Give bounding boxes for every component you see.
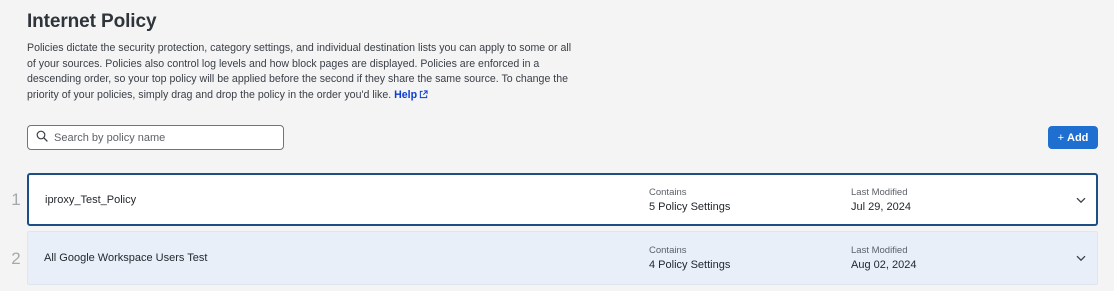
last-modified-label: Last Modified bbox=[851, 186, 908, 198]
last-modified-value: Aug 02, 2024 bbox=[851, 259, 917, 271]
policy-name: All Google Workspace Users Test bbox=[44, 252, 208, 264]
page-title: Internet Policy bbox=[27, 11, 157, 32]
contains-column: Contains 4 Policy Settings bbox=[649, 245, 730, 271]
row-index: 1 bbox=[11, 190, 21, 209]
last-modified-column: Last Modified Jul 29, 2024 bbox=[851, 187, 911, 213]
policy-name: iproxy_Test_Policy bbox=[45, 193, 137, 206]
last-modified-label: Last Modified bbox=[851, 245, 908, 256]
add-policy-button[interactable]: + Add bbox=[1048, 126, 1098, 149]
help-link-label: Help bbox=[394, 88, 418, 101]
external-link-icon bbox=[419, 89, 428, 105]
contains-value: 5 Policy Settings bbox=[649, 200, 731, 213]
search-box[interactable] bbox=[27, 125, 284, 150]
policy-row[interactable]: All Google Workspace Users Test Contains… bbox=[27, 231, 1098, 285]
contains-label: Contains bbox=[649, 245, 687, 256]
contains-column: Contains 5 Policy Settings bbox=[649, 187, 730, 213]
chevron-down-icon[interactable] bbox=[1076, 249, 1086, 267]
page-description: Policies dictate the security protection… bbox=[27, 41, 572, 104]
last-modified-column: Last Modified Aug 02, 2024 bbox=[851, 245, 916, 271]
contains-value: 4 Policy Settings bbox=[649, 259, 731, 271]
last-modified-value: Jul 29, 2024 bbox=[851, 200, 911, 213]
contains-label: Contains bbox=[649, 186, 687, 198]
chevron-down-icon[interactable] bbox=[1076, 191, 1086, 209]
plus-icon: + bbox=[1057, 131, 1065, 144]
row-index: 2 bbox=[11, 249, 21, 268]
add-button-label: Add bbox=[1067, 131, 1089, 144]
search-input[interactable] bbox=[54, 131, 274, 144]
search-icon bbox=[36, 129, 48, 147]
help-link[interactable]: Help bbox=[394, 89, 428, 101]
policy-row[interactable]: iproxy_Test_Policy Contains 5 Policy Set… bbox=[27, 173, 1098, 226]
description-text: Policies dictate the security protection… bbox=[27, 42, 572, 101]
